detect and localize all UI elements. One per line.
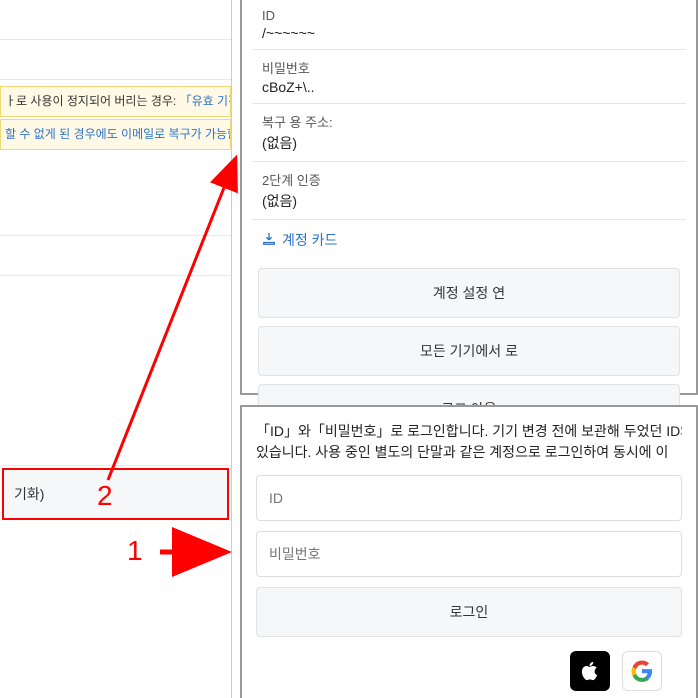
- apple-icon: [579, 660, 601, 682]
- left-empty-row: [0, 522, 231, 572]
- id-block: ID /~~~~~~: [252, 0, 686, 50]
- logout-all-button[interactable]: 모든 기기에서 로: [258, 326, 680, 376]
- download-icon: [262, 232, 276, 249]
- reset-button[interactable]: 기화): [2, 468, 229, 520]
- notice-text: ㅏ로 사용이 정지되어 버리는 경우:: [5, 94, 180, 108]
- download-account-card[interactable]: 계정 카드: [252, 220, 686, 260]
- google-login-button[interactable]: [622, 651, 662, 691]
- recovery-block: 복구 용 주소: (없음): [252, 104, 686, 162]
- id-label: ID: [262, 8, 676, 23]
- twofa-block: 2단계 인증 (없음): [252, 162, 686, 220]
- login-desc-line1: 「ID」와「비밀번호」로 로그인합니다. 기기 변경 전에 보관해 두었던 ID…: [256, 421, 682, 442]
- left-empty-row: [0, 156, 231, 236]
- reset-label: 기화): [14, 486, 44, 502]
- login-button-label: 로그인: [450, 604, 489, 620]
- twofa-label: 2단계 인증: [262, 170, 676, 189]
- password-label: 비밀번호: [262, 58, 676, 77]
- button-label: 계정 설정 연: [433, 285, 505, 301]
- login-desc-line2: 있습니다. 사용 중인 별도의 단말과 같은 계정으로 로그인하여 동시에 이: [256, 442, 682, 463]
- password-value: cBoZ+\..: [262, 79, 676, 95]
- login-description: 「ID」와「비밀번호」로 로그인합니다. 기기 변경 전에 보관해 두었던 ID…: [256, 421, 682, 463]
- login-button[interactable]: 로그인: [256, 587, 682, 637]
- notice-banner-1: ㅏ로 사용이 정지되어 버리는 경우: 「유효 기간이있는: [0, 86, 231, 117]
- account-settings-button[interactable]: 계정 설정 연: [258, 268, 680, 318]
- login-panel: 「ID」와「비밀번호」로 로그인합니다. 기기 변경 전에 보관해 두었던 ID…: [240, 405, 698, 698]
- annotation-number-2: 2: [97, 480, 113, 512]
- password-input[interactable]: [256, 531, 682, 577]
- id-value: /~~~~~~: [262, 25, 676, 41]
- left-empty-row: [0, 0, 231, 40]
- left-panel: ㅏ로 사용이 정지되어 버리는 경우: 「유효 기간이있는 할 수 없게 된 경…: [0, 0, 232, 698]
- recovery-value: (없음): [262, 133, 676, 153]
- left-empty-row: [0, 40, 231, 80]
- social-login-row: [256, 651, 682, 691]
- id-input[interactable]: [256, 475, 682, 521]
- recovery-label: 복구 용 주소:: [262, 112, 676, 131]
- download-label: 계정 카드: [282, 230, 337, 250]
- annotation-number-1: 1: [127, 535, 143, 567]
- notice-link[interactable]: 「유효 기간이있는: [180, 94, 231, 108]
- apple-login-button[interactable]: [570, 651, 610, 691]
- google-icon: [631, 660, 653, 682]
- account-info-panel: ID /~~~~~~ 비밀번호 cBoZ+\.. 복구 용 주소: (없음) 2…: [240, 0, 698, 395]
- password-block: 비밀번호 cBoZ+\..: [252, 50, 686, 104]
- left-empty-row: [0, 276, 231, 466]
- button-label: 모든 기기에서 로: [420, 343, 518, 359]
- notice-banner-2: 할 수 없게 된 경우에도 이메일로 복구가 가능합니: [0, 119, 231, 150]
- notice-link-2[interactable]: 할 수 없게 된 경우에도 이메일로 복구가 가능합니: [5, 127, 231, 141]
- left-empty-row: [0, 236, 231, 276]
- twofa-value: (없음): [262, 191, 676, 211]
